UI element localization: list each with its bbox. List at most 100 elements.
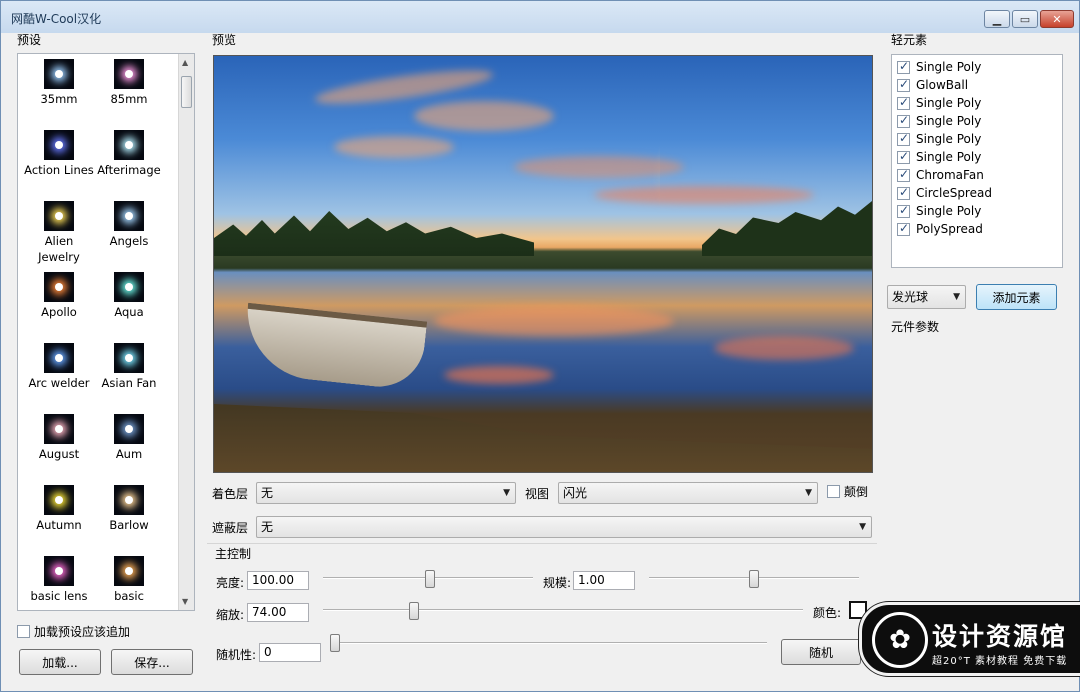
element-item[interactable]: Single Poly [897,112,981,130]
element-label: PolySpread [916,222,983,236]
preset-label: Aqua [114,305,144,319]
element-item[interactable]: Single Poly [897,58,981,76]
cloud [334,136,454,158]
scale-input[interactable]: 1.00 [573,571,635,590]
mask-layer-select[interactable]: 无 ▼ [256,516,872,538]
preset-item[interactable]: basic [94,556,164,604]
cloud-reflection [434,306,674,336]
preset-label: August [38,447,80,461]
element-item[interactable]: ChromaFan [897,166,984,184]
random-button[interactable]: 随机 [781,639,861,665]
save-button[interactable]: 保存... [111,649,193,675]
element-checkbox[interactable] [897,167,910,182]
element-checkbox[interactable] [897,59,910,74]
element-checkbox[interactable] [897,203,910,218]
scroll-up-icon[interactable]: ▲ [182,58,188,67]
wechat-icon: ✿ [872,612,928,668]
element-list[interactable]: Single Poly GlowBall Single Poly Single Pol… [891,54,1063,268]
presets-label: 预设 [17,33,42,47]
close-button[interactable]: ✕ [1040,10,1074,28]
preset-label: Afterimage [97,163,161,177]
element-checkbox[interactable] [897,185,910,200]
maximize-icon: ▭ [1019,12,1031,26]
watermark-badge: ✿ 设计资源馆 超20°T 素材教程 免费下载 [859,602,1080,676]
preset-item[interactable]: Aum [94,414,164,462]
element-type-select[interactable]: 发光球 ▼ [887,285,966,309]
element-checkbox[interactable] [897,149,910,164]
brightness-input[interactable]: 100.00 [247,571,309,590]
preset-label: basic [114,589,144,603]
zoom-input[interactable]: 74.00 [247,603,309,622]
maximize-button[interactable]: ▭ [1012,10,1038,28]
preset-item[interactable]: Aqua [94,272,164,320]
scale-slider-thumb[interactable] [749,570,759,588]
preset-item[interactable]: Autumn [24,485,94,533]
element-item[interactable]: Single Poly [897,148,981,166]
color-layer-select[interactable]: 无 ▼ [256,482,516,504]
preset-thumbnail [44,59,74,89]
element-label: Single Poly [916,150,982,164]
scroll-down-icon[interactable]: ▼ [182,597,188,606]
scroll-thumb[interactable] [181,76,192,108]
append-preset-label: 加载预设应该追加 [34,625,131,639]
preset-item[interactable]: Afterimage [94,130,164,178]
randomness-slider[interactable] [337,642,767,644]
preview-image[interactable] [213,55,873,473]
element-checkbox[interactable] [897,113,910,128]
element-item[interactable]: PolySpread [897,220,983,238]
chevron-down-icon: ▼ [859,522,866,532]
element-item[interactable]: Single Poly [897,94,981,112]
preset-item[interactable]: Asian Fan [94,343,164,391]
tree-line-right [702,201,872,256]
preset-item[interactable]: basic lens [24,556,94,604]
color-layer-label: 着色层 [212,487,249,501]
cloud [514,156,684,178]
preset-item[interactable]: 35mm [24,59,94,107]
window-title: 网酷W-Cool汉化 [11,12,102,26]
element-item[interactable]: Single Poly [897,202,981,220]
element-checkbox[interactable] [897,95,910,110]
element-item[interactable]: Single Poly [897,130,981,148]
preset-item[interactable]: Angels [94,201,164,249]
element-item[interactable]: GlowBall [897,76,968,94]
view-value: 闪光 [563,486,588,500]
element-checkbox[interactable] [897,77,910,92]
preset-item[interactable]: Apollo [24,272,94,320]
invert-option[interactable]: 颠倒 [827,483,868,500]
preset-item[interactable]: Action Lines [24,130,94,178]
preset-label: 85mm [110,92,148,106]
element-item[interactable]: CircleSpread [897,184,992,202]
watermark-subtitle: 超20°T 素材教程 免费下载 [932,656,1068,667]
preset-thumbnail [114,343,144,373]
main-control-label: 主控制 [215,547,252,561]
view-select[interactable]: 闪光 ▼ [558,482,818,504]
zoom-slider[interactable] [323,609,803,611]
title-bar[interactable]: 网酷W-Cool汉化 ▁ ▭ ✕ [1,1,1079,33]
preset-label: basic lens [30,589,88,603]
preset-list[interactable]: basic basic lens Barlow Autumn Aum August Asia… [17,53,195,611]
element-label: Single Poly [916,96,982,110]
preset-label: 35mm [40,92,78,106]
minimize-button[interactable]: ▁ [984,10,1010,28]
preset-item[interactable]: Barlow [94,485,164,533]
watermark-title: 设计资源馆 [932,622,1068,651]
add-element-button[interactable]: 添加元素 [976,284,1057,310]
preset-item[interactable]: Alien Jewelry [24,201,94,265]
preset-scrollbar[interactable]: ▲ ▼ [178,54,194,610]
preset-item[interactable]: Arc welder [24,343,94,391]
preset-item[interactable]: 85mm [94,59,164,107]
preset-item[interactable]: August [24,414,94,462]
load-button[interactable]: 加载... [19,649,101,675]
append-preset-checkbox[interactable] [17,625,30,638]
element-checkbox[interactable] [897,221,910,236]
zoom-label: 缩放: [216,608,245,622]
append-preset-option[interactable]: 加载预设应该追加 [17,623,130,640]
randomness-input[interactable]: 0 [259,643,321,662]
randomness-slider-thumb[interactable] [330,634,340,652]
element-checkbox[interactable] [897,131,910,146]
brightness-slider-thumb[interactable] [425,570,436,588]
preset-label: Angels [109,234,149,248]
chevron-down-icon: ▼ [503,488,510,498]
zoom-slider-thumb[interactable] [409,602,420,620]
invert-checkbox[interactable] [827,485,840,498]
